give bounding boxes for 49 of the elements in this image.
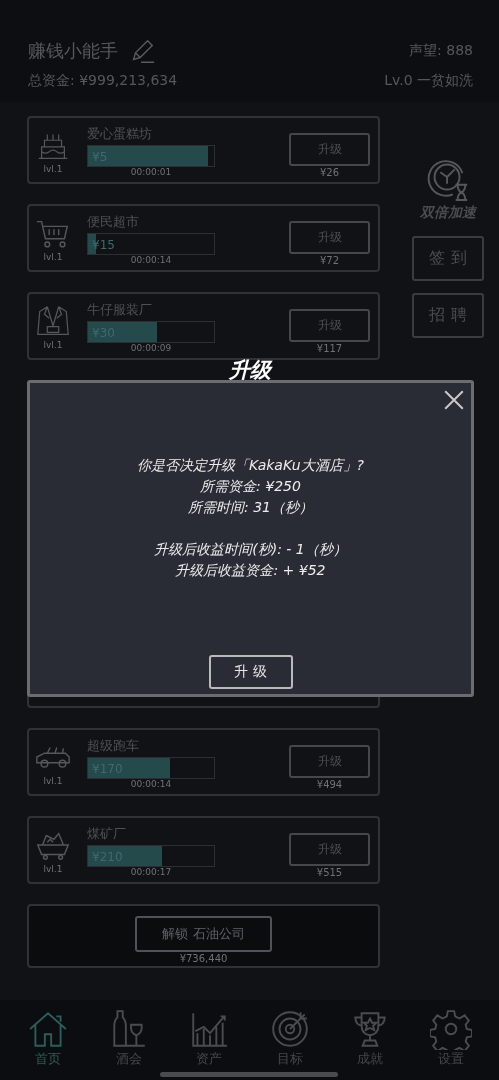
business-name: 煤矿厂 bbox=[87, 825, 127, 843]
dialog-text: 升级后收益时间(秒): - 1（秒） bbox=[154, 540, 347, 559]
nav-tab[interactable]: 首页 bbox=[8, 1000, 89, 1080]
level-label: lvl.1 bbox=[43, 164, 63, 174]
upgrade-button[interactable]: 升级 bbox=[289, 745, 370, 778]
dialog-text: 所需资金: ¥250 bbox=[200, 477, 301, 496]
level-label: lvl.1 bbox=[43, 252, 63, 262]
upgrade-cost: ¥26 bbox=[319, 167, 340, 178]
upgrade-cost: ¥117 bbox=[316, 343, 343, 354]
side-button[interactable]: 签 到 bbox=[412, 236, 484, 281]
confirm-upgrade-button[interactable]: 升 级 bbox=[208, 655, 293, 689]
dialog-title: 升级 bbox=[227, 357, 274, 384]
upgrade-cost: ¥515 bbox=[316, 867, 343, 878]
level-label: lvl.1 bbox=[43, 340, 63, 350]
rank-label: Lv.0 一贫如洗 bbox=[384, 72, 473, 90]
level-label: lvl.1 bbox=[43, 776, 63, 786]
reputation: 声望: 888 bbox=[409, 42, 473, 60]
unlock-cost: ¥736,440 bbox=[179, 953, 228, 964]
nav-tab[interactable]: 设置 bbox=[410, 1000, 491, 1080]
close-icon[interactable] bbox=[443, 389, 465, 411]
business-name: 爱心蛋糕坊 bbox=[87, 125, 153, 143]
upgrade-button[interactable]: 升级 bbox=[289, 833, 370, 866]
timer-label: 00:00:09 bbox=[129, 343, 173, 353]
total-funds: 总资金: ¥999,213,634 bbox=[28, 72, 178, 90]
upgrade-button[interactable]: 升级 bbox=[289, 309, 370, 342]
dialog-text: 升级后收益资金: + ¥52 bbox=[175, 561, 326, 580]
unlock-button[interactable]: 解锁 石油公司 bbox=[135, 916, 272, 952]
nav-tab[interactable]: 资产 bbox=[169, 1000, 250, 1080]
double-speed-label[interactable]: 双倍加速 bbox=[420, 204, 476, 222]
upgrade-cost: ¥494 bbox=[316, 779, 343, 790]
dialog-text: 所需时间: 31（秒） bbox=[188, 498, 313, 517]
income-label: ¥15 bbox=[91, 238, 115, 252]
gear-icon bbox=[429, 1008, 472, 1050]
upgrade-button[interactable]: 升级 bbox=[289, 133, 370, 166]
business-name: 牛仔服装厂 bbox=[87, 301, 153, 319]
upgrade-cost: ¥72 bbox=[319, 255, 340, 266]
player-name: 赚钱小能手 bbox=[28, 39, 118, 63]
timer-label: 00:00:14 bbox=[129, 255, 173, 265]
business-name: 便民超市 bbox=[87, 213, 140, 231]
business-name: 超级跑车 bbox=[87, 737, 140, 755]
timer-label: 00:00:01 bbox=[129, 167, 173, 177]
nav-tab[interactable]: 目标 bbox=[249, 1000, 330, 1080]
level-label: lvl.1 bbox=[43, 864, 63, 874]
nav-tab[interactable]: 成就 bbox=[330, 1000, 411, 1080]
timer-label: 00:00:14 bbox=[129, 779, 173, 789]
dialog-text: 你是否决定升级「KakaKu大酒店」? bbox=[136, 456, 365, 475]
side-button[interactable]: 招 聘 bbox=[412, 293, 484, 338]
upgrade-button[interactable]: 升级 bbox=[289, 221, 370, 254]
timer-label: 00:00:17 bbox=[129, 867, 173, 877]
